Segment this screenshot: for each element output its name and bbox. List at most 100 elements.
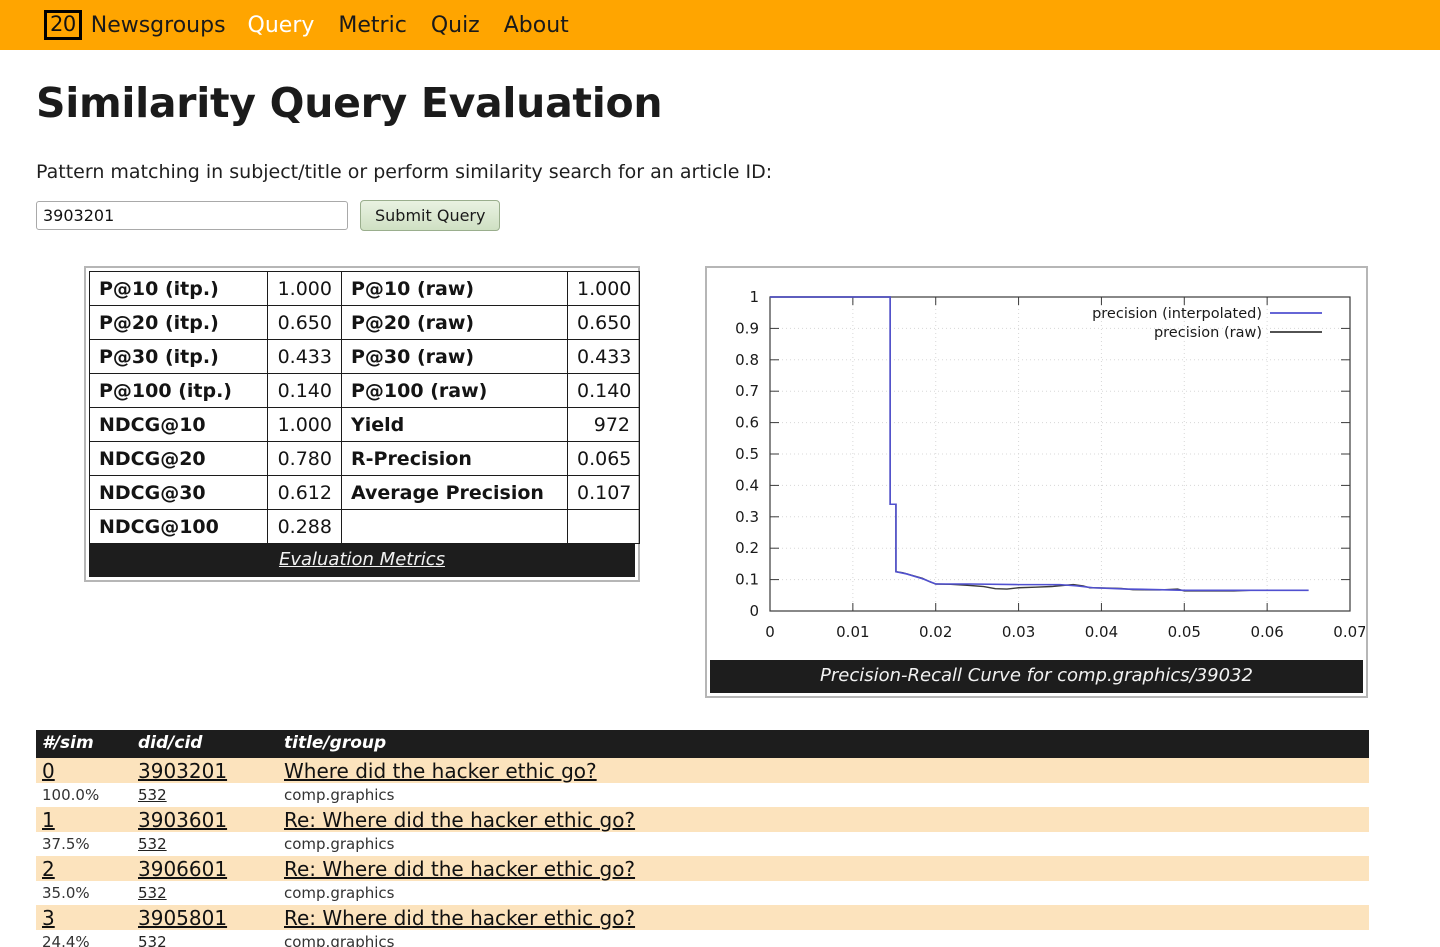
header-did-cid: did/cid — [132, 730, 278, 758]
result-rank-link[interactable]: 1 — [42, 808, 55, 832]
result-cid-link[interactable]: 532 — [138, 786, 167, 804]
metric-value-right: 0.433 — [567, 339, 640, 374]
panels-row: P@10 (itp.) 1.000 P@10 (raw) 1.000 P@20 (itp… — [36, 266, 1404, 698]
result-similarity: 24.4% — [42, 933, 90, 947]
svg-text:precision (interpolated): precision (interpolated) — [1092, 306, 1262, 322]
result-did-link[interactable]: 3903201 — [138, 759, 227, 783]
metric-value-left: 0.612 — [267, 475, 342, 510]
precision-recall-chart-panel: 0 0.1 0.2 0.3 0.4 0.5 0.6 0.7 0.8 0.9 1 0 0.01 0.02 0.… — [705, 266, 1368, 698]
svg-text:0.8: 0.8 — [735, 351, 759, 369]
nav-brand-link[interactable]: 20 Newsgroups — [44, 10, 226, 40]
result-row-sub: 37.5% 532 comp.graphics — [36, 832, 1369, 856]
header-rank-sim: #/sim — [36, 730, 132, 758]
metric-label-right: Yield — [341, 407, 568, 442]
metric-label-right — [341, 509, 568, 544]
result-similarity: 37.5% — [42, 835, 90, 853]
result-title-link[interactable]: Where did the hacker ethic go? — [284, 759, 597, 783]
metric-value-right: 0.065 — [567, 441, 640, 476]
result-row-sub: 35.0% 532 comp.graphics — [36, 881, 1369, 905]
metric-label-left: NDCG@30 — [89, 475, 268, 510]
result-did: 3903601 — [132, 807, 278, 832]
metric-label-right: R-Precision — [341, 441, 568, 476]
header-title-group: title/group — [278, 730, 1369, 758]
metric-value-left: 0.650 — [267, 305, 342, 340]
page-content: Similarity Query Evaluation Pattern matc… — [0, 79, 1440, 698]
result-similarity: 35.0% — [42, 884, 90, 902]
result-did-link[interactable]: 3905801 — [138, 906, 227, 930]
metric-value-right: 0.140 — [567, 373, 640, 408]
result-row-main: 3 3905801 Re: Where did the hacker ethic g… — [36, 905, 1369, 930]
metrics-caption: Evaluation Metrics — [89, 544, 635, 577]
svg-text:0.03: 0.03 — [1002, 623, 1035, 641]
result-cid-link[interactable]: 532 — [138, 884, 167, 902]
nav-link-metric[interactable]: Metric — [338, 13, 406, 38]
metric-label-right: P@100 (raw) — [341, 373, 568, 408]
metric-label-left: NDCG@10 — [89, 407, 268, 442]
result-cid: 532 — [132, 832, 278, 856]
result-rank-link[interactable]: 0 — [42, 759, 55, 783]
result-title-link[interactable]: Re: Where did the hacker ethic go? — [284, 808, 635, 832]
metrics-row: P@20 (itp.) 0.650 P@20 (raw) 0.650 — [89, 305, 640, 340]
result-title-link[interactable]: Re: Where did the hacker ethic go? — [284, 857, 635, 881]
svg-text:0.02: 0.02 — [919, 623, 952, 641]
metric-value-right: 0.650 — [567, 305, 640, 340]
svg-text:0.06: 0.06 — [1250, 623, 1283, 641]
result-did-link[interactable]: 3903601 — [138, 808, 227, 832]
result-rank-link[interactable]: 3 — [42, 906, 55, 930]
newsgroups-badge-icon: 20 — [44, 10, 82, 40]
metric-label-right: P@10 (raw) — [341, 271, 568, 306]
result-group: comp.graphics — [284, 933, 395, 947]
result-cid: 532 — [132, 881, 278, 905]
result-cid-link[interactable]: 532 — [138, 835, 167, 853]
query-form: Submit Query — [36, 200, 1404, 231]
metric-label-right: P@30 (raw) — [341, 339, 568, 374]
result-title: Re: Where did the hacker ethic go? — [278, 856, 1369, 881]
result-title: Where did the hacker ethic go? — [278, 758, 1369, 783]
page-title: Similarity Query Evaluation — [36, 79, 663, 127]
result-group: comp.graphics — [284, 786, 395, 804]
metric-value-right: 1.000 — [567, 271, 640, 306]
results-section: #/sim did/cid title/group 0 3903201 Where … — [0, 730, 1440, 947]
nav-link-about[interactable]: About — [504, 13, 569, 38]
metric-value-left: 1.000 — [267, 271, 342, 306]
nav-link-query[interactable]: Query — [248, 13, 315, 38]
result-group: comp.graphics — [284, 835, 395, 853]
metrics-row: P@100 (itp.) 0.140 P@100 (raw) 0.140 — [89, 373, 640, 408]
result-rank: 0 — [36, 758, 132, 783]
result-rank: 1 — [36, 807, 132, 832]
submit-query-button[interactable]: Submit Query — [360, 200, 501, 231]
result-title-link[interactable]: Re: Where did the hacker ethic go? — [284, 906, 635, 930]
metric-label-right: P@20 (raw) — [341, 305, 568, 340]
svg-text:0.6: 0.6 — [735, 414, 759, 432]
result-row-sub: 24.4% 532 comp.graphics — [36, 930, 1369, 947]
metrics-row: P@10 (itp.) 1.000 P@10 (raw) 1.000 — [89, 271, 640, 306]
svg-text:1: 1 — [749, 288, 759, 306]
results-header-row: #/sim did/cid title/group — [36, 730, 1369, 758]
navbar: 20 Newsgroups Query Metric Quiz About — [0, 0, 1440, 50]
result-similarity: 100.0% — [42, 786, 100, 804]
result-rank-link[interactable]: 2 — [42, 857, 55, 881]
evaluation-metrics-table: P@10 (itp.) 1.000 P@10 (raw) 1.000 P@20 (itp… — [89, 271, 640, 544]
result-title: Re: Where did the hacker ethic go? — [278, 905, 1369, 930]
metric-label-left: NDCG@100 — [89, 509, 268, 544]
chart-caption: Precision-Recall Curve for comp.graphics… — [710, 660, 1363, 693]
nav-link-quiz[interactable]: Quiz — [431, 13, 480, 38]
result-rank: 3 — [36, 905, 132, 930]
metric-value-left: 0.780 — [267, 441, 342, 476]
query-prompt-label: Pattern matching in subject/title or per… — [36, 161, 773, 183]
metric-value-left: 0.140 — [267, 373, 342, 408]
svg-text:0.05: 0.05 — [1168, 623, 1201, 641]
chart-canvas: 0 0.1 0.2 0.3 0.4 0.5 0.6 0.7 0.8 0.9 1 0 0.01 0.02 0.… — [710, 271, 1367, 660]
evaluation-metrics-panel: P@10 (itp.) 1.000 P@10 (raw) 1.000 P@20 (itp… — [84, 266, 640, 582]
search-input[interactable] — [36, 201, 348, 230]
result-cid-link[interactable]: 532 — [138, 933, 167, 947]
metrics-row: NDCG@20 0.780 R-Precision 0.065 — [89, 441, 640, 476]
svg-text:0.9: 0.9 — [735, 319, 759, 337]
svg-text:0.3: 0.3 — [735, 508, 759, 526]
result-row-main: 1 3903601 Re: Where did the hacker ethic g… — [36, 807, 1369, 832]
result-row-main: 2 3906601 Re: Where did the hacker ethic g… — [36, 856, 1369, 881]
metric-value-right — [567, 509, 640, 544]
result-title: Re: Where did the hacker ethic go? — [278, 807, 1369, 832]
result-did-link[interactable]: 3906601 — [138, 857, 227, 881]
metric-value-right: 972 — [567, 407, 640, 442]
